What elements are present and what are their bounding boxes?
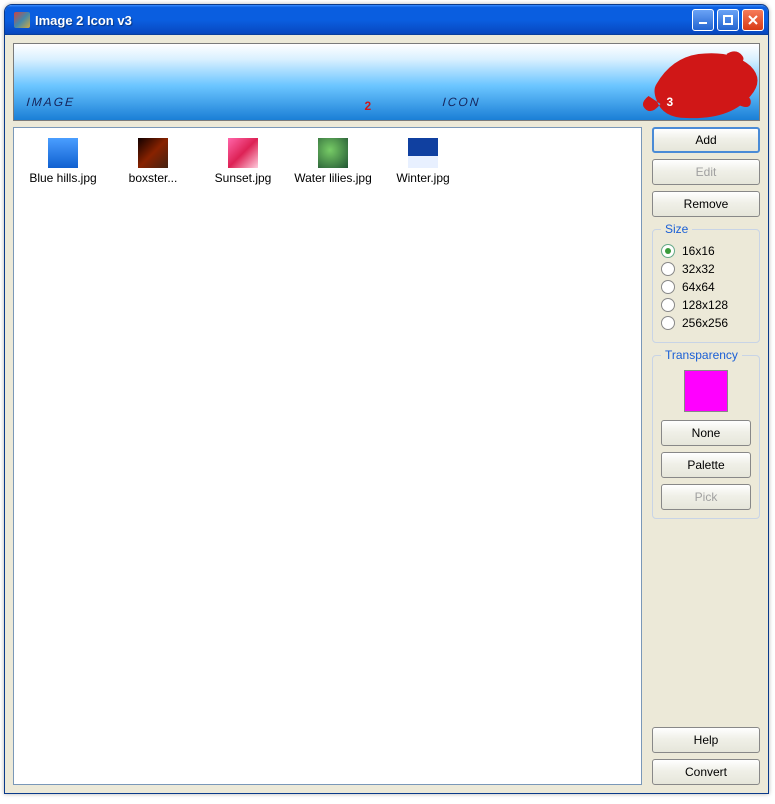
svg-text:3: 3: [667, 95, 674, 109]
close-button[interactable]: [742, 9, 764, 31]
radio-checked-icon: [661, 244, 675, 258]
sidebar: Add Edit Remove Size 16x16 32x32 64x64 128x…: [652, 127, 760, 785]
banner-text-3-splash: 3: [643, 51, 758, 118]
file-label: boxster...: [108, 171, 198, 185]
transparency-color-swatch[interactable]: [684, 370, 728, 412]
convert-button[interactable]: Convert: [652, 759, 760, 785]
size-option[interactable]: 16x16: [661, 244, 751, 258]
size-option-label: 16x16: [682, 244, 715, 258]
file-item[interactable]: boxster...: [108, 138, 198, 185]
transparency-group-title: Transparency: [661, 348, 742, 362]
main-window: Image 2 Icon v3 IMAGE 2 ICON 3: [4, 4, 769, 794]
size-group-title: Size: [661, 222, 692, 236]
file-item[interactable]: Winter.jpg: [378, 138, 468, 185]
palette-button[interactable]: Palette: [661, 452, 751, 478]
file-thumbnail: [318, 138, 348, 168]
radio-unchecked-icon: [661, 280, 675, 294]
body-row: Blue hills.jpgboxster...Sunset.jpgWater …: [13, 127, 760, 785]
radio-unchecked-icon: [661, 262, 675, 276]
transparency-group: Transparency None Palette Pick: [652, 355, 760, 519]
file-label: Water lilies.jpg: [288, 171, 378, 185]
size-group: Size 16x1632x3264x64128x128256x256: [652, 229, 760, 343]
remove-button[interactable]: Remove: [652, 191, 760, 217]
titlebar[interactable]: Image 2 Icon v3: [5, 5, 768, 35]
size-option[interactable]: 256x256: [661, 316, 751, 330]
size-option-label: 32x32: [682, 262, 715, 276]
minimize-button[interactable]: [692, 9, 714, 31]
banner-text-2: 2: [365, 99, 372, 113]
file-thumbnail: [138, 138, 168, 168]
size-option[interactable]: 32x32: [661, 262, 751, 276]
size-option-label: 256x256: [682, 316, 728, 330]
client-area: IMAGE 2 ICON 3 Blue hills.jpgboxster...S…: [5, 35, 768, 793]
file-item[interactable]: Sunset.jpg: [198, 138, 288, 185]
file-label: Blue hills.jpg: [18, 171, 108, 185]
file-label: Sunset.jpg: [198, 171, 288, 185]
edit-button: Edit: [652, 159, 760, 185]
pick-button: Pick: [661, 484, 751, 510]
banner: IMAGE 2 ICON 3: [13, 43, 760, 121]
file-item[interactable]: Water lilies.jpg: [288, 138, 378, 185]
size-option-label: 64x64: [682, 280, 715, 294]
minimize-icon: [697, 14, 709, 26]
maximize-icon: [722, 14, 734, 26]
maximize-button[interactable]: [717, 9, 739, 31]
radio-unchecked-icon: [661, 316, 675, 330]
banner-logo: IMAGE 2 ICON 3: [14, 44, 759, 120]
none-button[interactable]: None: [661, 420, 751, 446]
file-list[interactable]: Blue hills.jpgboxster...Sunset.jpgWater …: [13, 127, 642, 785]
banner-text-icon: ICON: [442, 95, 481, 109]
file-thumbnail: [408, 138, 438, 168]
help-button[interactable]: Help: [652, 727, 760, 753]
radio-unchecked-icon: [661, 298, 675, 312]
banner-text-image: IMAGE: [26, 95, 76, 109]
add-button[interactable]: Add: [652, 127, 760, 153]
file-thumbnail: [228, 138, 258, 168]
file-thumbnail: [48, 138, 78, 168]
file-item[interactable]: Blue hills.jpg: [18, 138, 108, 185]
file-label: Winter.jpg: [378, 171, 468, 185]
size-option[interactable]: 128x128: [661, 298, 751, 312]
window-title: Image 2 Icon v3: [35, 13, 692, 28]
window-controls: [692, 9, 764, 31]
close-icon: [747, 14, 759, 26]
size-option-label: 128x128: [682, 298, 728, 312]
app-icon: [14, 12, 30, 28]
size-option[interactable]: 64x64: [661, 280, 751, 294]
